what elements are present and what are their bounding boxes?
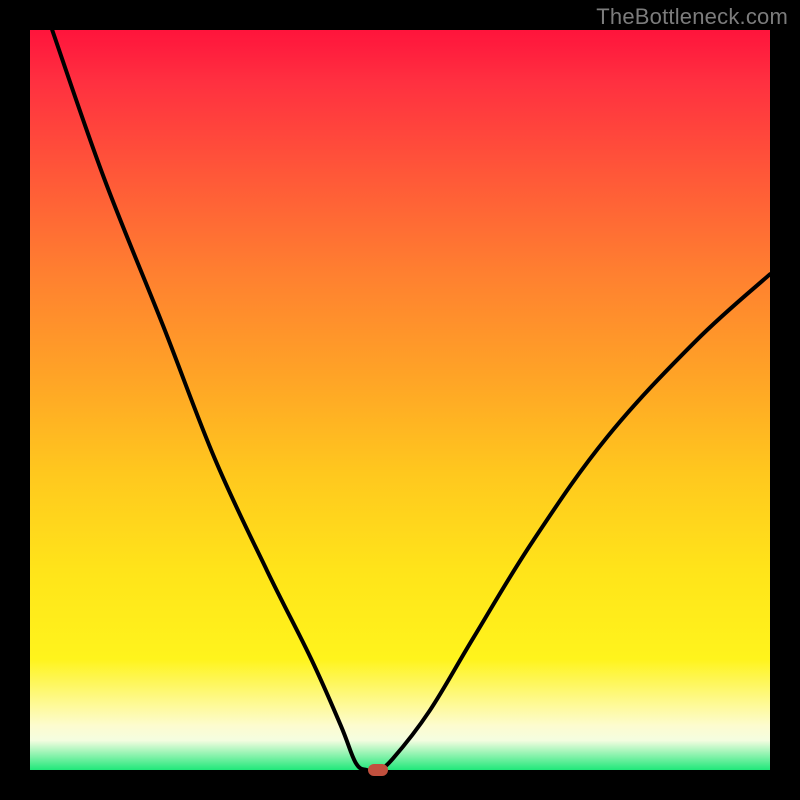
plot-area (30, 30, 770, 770)
chart-frame: TheBottleneck.com (0, 0, 800, 800)
optimum-marker (368, 764, 388, 776)
watermark-text: TheBottleneck.com (596, 4, 788, 30)
bottleneck-curve (30, 30, 770, 770)
